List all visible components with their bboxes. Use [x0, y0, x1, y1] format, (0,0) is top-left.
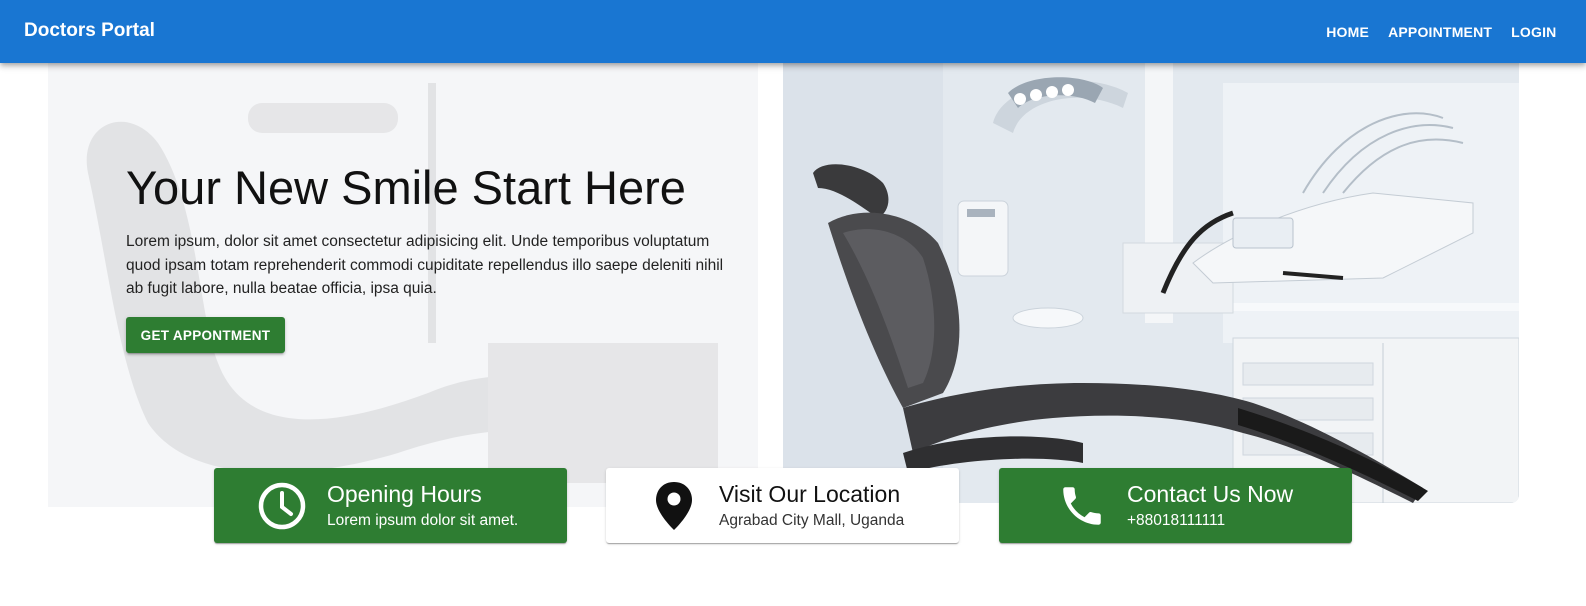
hero-description: Lorem ipsum, dolor sit amet consectetur …	[126, 233, 724, 297]
card-title: Visit Our Location	[719, 481, 901, 507]
location-pin-icon	[646, 478, 702, 534]
card-subtitle: +88018111111	[1127, 512, 1226, 529]
get-appointment-button[interactable]: GET APPONTMENT	[126, 317, 285, 353]
nav-home-button[interactable]: HOME	[1317, 18, 1379, 46]
card-title: Opening Hours	[327, 481, 482, 507]
opening-hours-card[interactable]: Opening Hours Lorem ipsum dolor sit amet…	[214, 468, 567, 543]
nav-appointment-button[interactable]: APPOINTMENT	[1379, 18, 1502, 46]
contact-card[interactable]: Contact Us Now +88018111111	[999, 468, 1352, 543]
hero-title: Your New Smile Start Here	[126, 161, 686, 214]
card-subtitle: Agrabad City Mall, Uganda	[719, 512, 905, 529]
nav-menu: HOME APPOINTMENT LOGIN	[1317, 0, 1566, 63]
card-subtitle: Lorem ipsum dolor sit amet.	[327, 512, 519, 529]
clock-icon	[254, 478, 310, 534]
dental-chair-photo	[783, 63, 1519, 503]
phone-icon	[1054, 478, 1110, 534]
top-app-bar: Doctors Portal HOME APPOINTMENT LOGIN	[0, 0, 1586, 63]
visit-location-card[interactable]: Visit Our Location Agrabad City Mall, Ug…	[606, 468, 959, 543]
card-title: Contact Us Now	[1127, 481, 1294, 507]
brand-title[interactable]: Doctors Portal	[24, 20, 155, 42]
nav-login-button[interactable]: LOGIN	[1502, 18, 1566, 46]
